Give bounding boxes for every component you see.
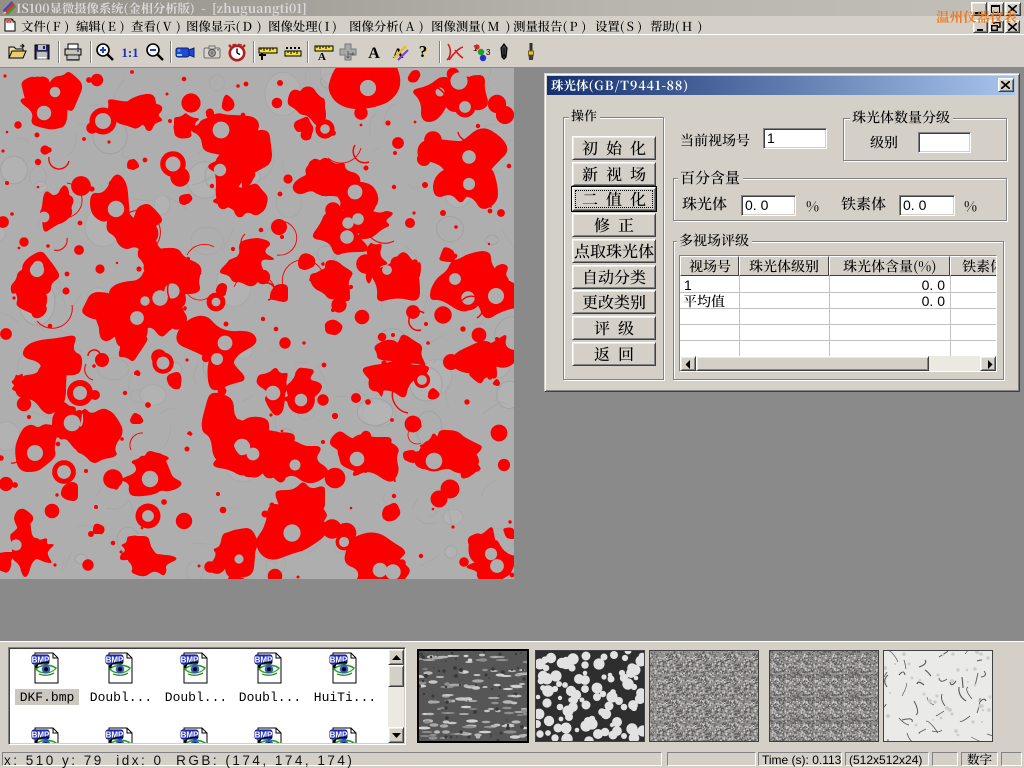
svg-text:DOC: DOC xyxy=(6,19,15,24)
svg-text:1:1: 1:1 xyxy=(121,45,138,60)
svg-text:A: A xyxy=(368,45,380,62)
svg-text:3: 3 xyxy=(486,48,490,57)
svg-text:?: ? xyxy=(419,42,428,61)
svg-text:A: A xyxy=(318,51,326,62)
